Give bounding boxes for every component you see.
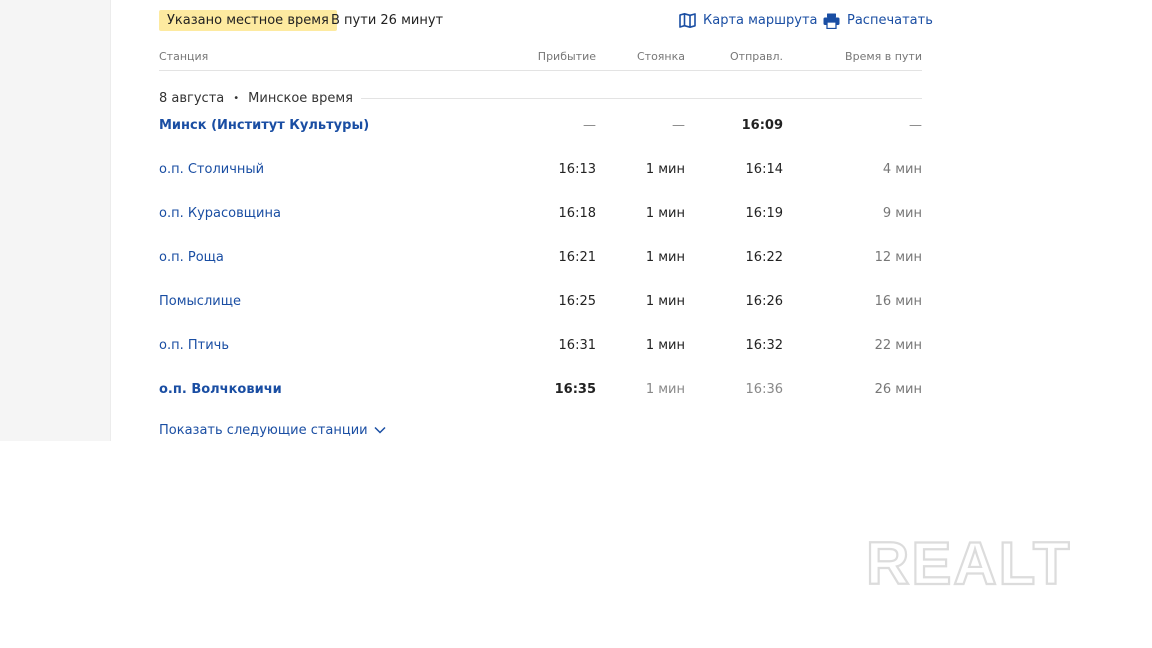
svg-text:REALT: REALT: [866, 534, 1072, 590]
departure-time: 16:26: [745, 294, 783, 309]
table-row: Помыслище 16:25 1 мин 16:26 16 мин: [159, 291, 922, 313]
arrival-time: 16:31: [558, 338, 596, 353]
column-trip-time: Время в пути: [845, 50, 922, 63]
departure-time: 16:22: [745, 250, 783, 265]
stop-duration: 1 мин: [645, 382, 685, 397]
stop-duration: 1 мин: [645, 338, 685, 353]
map-icon: [679, 13, 696, 28]
route-map-label: Карта маршрута: [703, 13, 818, 28]
print-link[interactable]: Распечатать: [823, 10, 933, 31]
realt-watermark: REALT: [865, 529, 1094, 598]
date-label: 8 августа: [159, 90, 225, 106]
stop-duration: 1 мин: [645, 250, 685, 265]
trip-time: 12 мин: [874, 250, 922, 265]
station-link[interactable]: о.п. Птичь: [159, 335, 229, 357]
arrival-time: 16:13: [558, 162, 596, 177]
station-link[interactable]: Помыслище: [159, 291, 241, 313]
departure-time: 16:09: [741, 118, 783, 133]
trip-time: 9 мин: [882, 206, 922, 221]
departure-time: 16:14: [745, 162, 783, 177]
table-row: Минск (Институт Культуры) — — 16:09 —: [159, 115, 922, 137]
route-summary-bar: Указано местное время В пути 26 минут Ка…: [159, 10, 933, 32]
local-time-badge: Указано местное время: [159, 10, 337, 31]
trip-time: 26 мин: [874, 382, 922, 397]
stop-duration: —: [672, 118, 685, 133]
arrival-time: 16:35: [554, 382, 596, 397]
departure-time: 16:36: [745, 382, 783, 397]
table-row: о.п. Птичь 16:31 1 мин 16:32 22 мин: [159, 335, 922, 357]
stop-duration: 1 мин: [645, 206, 685, 221]
trip-time: 16 мин: [874, 294, 922, 309]
left-panel: [0, 0, 111, 441]
arrival-time: 16:18: [558, 206, 596, 221]
table-header: Станция Прибытие Стоянка Отправл. Время …: [159, 48, 922, 71]
station-link[interactable]: о.п. Роща: [159, 247, 224, 269]
divider: [360, 97, 922, 99]
trip-time: 22 мин: [874, 338, 922, 353]
show-more-stations-link[interactable]: Показать следующие станции: [159, 421, 386, 441]
table-row: о.п. Волчковичи 16:35 1 мин 16:36 26 мин: [159, 379, 922, 401]
column-departure: Отправл.: [730, 50, 783, 63]
show-more-label: Показать следующие станции: [159, 423, 368, 438]
date-separator: •: [233, 92, 240, 104]
arrival-time: 16:21: [558, 250, 596, 265]
trip-time: 4 мин: [882, 162, 922, 177]
column-stop: Стоянка: [636, 50, 685, 63]
chevron-down-icon: [374, 421, 386, 441]
stop-duration: 1 мин: [645, 294, 685, 309]
departure-time: 16:32: [745, 338, 783, 353]
table-row: о.п. Курасовщина 16:18 1 мин 16:19 9 мин: [159, 203, 922, 225]
station-link[interactable]: Минск (Институт Культуры): [159, 115, 369, 137]
table-row: о.п. Роща 16:21 1 мин 16:22 12 мин: [159, 247, 922, 269]
stop-duration: 1 мин: [645, 162, 685, 177]
station-link[interactable]: о.п. Столичный: [159, 159, 264, 181]
station-link[interactable]: о.п. Курасовщина: [159, 203, 281, 225]
print-label: Распечатать: [847, 13, 933, 28]
column-station: Станция: [159, 50, 209, 63]
table-row: о.п. Столичный 16:13 1 мин 16:14 4 мин: [159, 159, 922, 181]
station-link[interactable]: о.п. Волчковичи: [159, 379, 282, 401]
printer-icon: [823, 13, 840, 29]
departure-time: 16:19: [745, 206, 783, 221]
route-map-link[interactable]: Карта маршрута: [679, 10, 818, 31]
realt-watermark-logo: REALT: [865, 529, 1072, 598]
trip-time: —: [909, 118, 922, 133]
arrival-time: 16:25: [558, 294, 596, 309]
column-arrival: Прибытие: [537, 50, 596, 63]
date-group-header: 8 августа • Минское время: [159, 89, 922, 107]
timezone-label: Минское время: [248, 90, 353, 106]
route-duration: В пути 26 минут: [331, 13, 444, 28]
arrival-time: —: [583, 118, 596, 133]
